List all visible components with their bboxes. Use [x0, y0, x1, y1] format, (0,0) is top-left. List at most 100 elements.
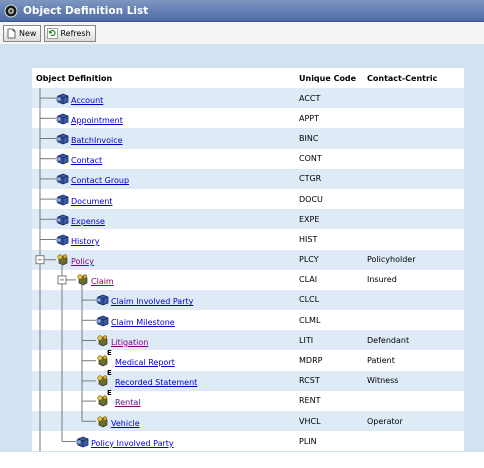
- object-link[interactable]: Document: [71, 197, 112, 206]
- cell-object-definition: Contact: [32, 149, 299, 169]
- cell-unique-code: PLCY: [299, 255, 319, 265]
- cell-contact-centric: Policyholder: [367, 255, 416, 265]
- toolbar: New Refresh: [0, 22, 484, 44]
- object-link[interactable]: Rental: [115, 398, 140, 407]
- new-button[interactable]: New: [3, 24, 42, 42]
- table-row: E Medical Report MDRP Patient: [32, 349, 464, 371]
- tree-node: Policy Involved Party: [76, 431, 174, 451]
- table-header: Object Definition Unique Code Contact-Ce…: [32, 68, 464, 88]
- table-row: Contact CONT: [32, 148, 464, 169]
- table-row: Contact Group CTGR: [32, 168, 464, 189]
- object-link[interactable]: History: [71, 237, 99, 246]
- cell-contact-centric: Operator: [367, 416, 403, 426]
- cell-object-definition: Document: [32, 189, 299, 209]
- tree-node: E Rental: [96, 389, 140, 411]
- cell-object-definition: Litigation: [32, 330, 299, 350]
- object-link[interactable]: Medical Report: [115, 358, 175, 367]
- object-link[interactable]: Expense: [71, 217, 105, 226]
- object-link[interactable]: Account: [71, 96, 103, 105]
- object-link[interactable]: Claim: [91, 277, 114, 286]
- new-button-label: New: [19, 28, 37, 38]
- cell-object-definition: Vehicle: [32, 411, 299, 431]
- contact-object-icon: [96, 415, 109, 428]
- cell-unique-code: VHCL: [299, 416, 321, 426]
- tree-node: Policy: [56, 250, 94, 270]
- object-link[interactable]: Vehicle: [111, 419, 140, 428]
- entity-badge: E: [107, 389, 112, 398]
- tree-node: E Recorded Statement: [96, 369, 197, 391]
- cell-object-definition: E Recorded Statement: [32, 369, 299, 391]
- object-icon: [96, 314, 109, 327]
- table-row: Policy Involved Party PLIN: [32, 431, 464, 452]
- object-icon: [56, 213, 69, 226]
- title-bar: Object Definition List: [0, 0, 484, 22]
- table-row: Policy PLCY Policyholder: [32, 249, 464, 270]
- object-icon: [56, 132, 69, 145]
- header-unique-code: Unique Code: [299, 73, 357, 83]
- cell-unique-code: LITI: [299, 335, 314, 345]
- entity-badge: E: [107, 369, 112, 378]
- table-row: BatchInvoice BINC: [32, 128, 464, 149]
- cell-unique-code: CONT: [299, 154, 322, 164]
- cell-unique-code: EXPE: [299, 214, 320, 224]
- tree-node: Claim: [76, 270, 114, 290]
- header-object-definition: Object Definition: [36, 73, 113, 83]
- table-row: Appointment APPT: [32, 108, 464, 129]
- object-icon: [56, 172, 69, 185]
- entity-badge: E: [107, 349, 112, 358]
- object-link[interactable]: Claim Involved Party: [111, 297, 193, 306]
- tree-node: Contact: [56, 149, 102, 169]
- table-row: Vehicle VHCL Operator: [32, 411, 464, 432]
- cell-unique-code: CLAI: [299, 275, 318, 285]
- cell-contact-centric: Insured: [367, 275, 397, 285]
- tree-node: Appointment: [56, 108, 123, 128]
- object-link[interactable]: Contact: [71, 156, 102, 165]
- cell-object-definition: Contact Group: [32, 169, 299, 189]
- object-link[interactable]: Policy: [71, 257, 94, 266]
- refresh-button-label: Refresh: [60, 28, 91, 38]
- cell-object-definition: Claim: [32, 270, 299, 290]
- contact-entity-object-icon: E: [96, 389, 112, 407]
- table-row: Account ACCT: [32, 88, 464, 109]
- cell-contact-centric: Witness: [367, 376, 399, 386]
- refresh-button[interactable]: Refresh: [44, 24, 96, 42]
- cell-object-definition: E Rental: [32, 389, 299, 411]
- cell-contact-centric: Patient: [367, 356, 395, 366]
- cell-unique-code: MDRP: [299, 356, 323, 366]
- object-link[interactable]: BatchInvoice: [71, 136, 123, 145]
- object-link[interactable]: Appointment: [71, 116, 123, 125]
- cell-unique-code: ACCT: [299, 93, 321, 103]
- cell-object-definition: Claim Milestone: [32, 310, 299, 330]
- tree-node: Contact Group: [56, 169, 129, 189]
- table-row: Claim Milestone CLML: [32, 310, 464, 331]
- tree-node: Claim Milestone: [96, 310, 175, 330]
- tree-node: Vehicle: [96, 411, 140, 431]
- tree-node: History: [56, 229, 99, 249]
- object-link[interactable]: Claim Milestone: [111, 318, 175, 327]
- cell-unique-code: HIST: [299, 234, 318, 244]
- contact-entity-object-icon: E: [96, 369, 112, 387]
- table-row: Expense EXPE: [32, 209, 464, 230]
- object-icon: [96, 293, 109, 306]
- cell-object-definition: Expense: [32, 209, 299, 229]
- object-icon: [56, 193, 69, 206]
- cell-unique-code: BINC: [299, 133, 319, 143]
- cell-object-definition: Policy Involved Party: [32, 431, 299, 451]
- table-row: History HIST: [32, 229, 464, 250]
- refresh-icon: [47, 27, 59, 39]
- object-icon: [56, 233, 69, 246]
- table-row: Document DOCU: [32, 188, 464, 210]
- object-link[interactable]: Litigation: [111, 338, 148, 347]
- cell-unique-code: DOCU: [299, 194, 323, 204]
- cell-contact-centric: Defendant: [367, 335, 410, 345]
- tree-node: Claim Involved Party: [96, 290, 193, 310]
- object-link[interactable]: Recorded Statement: [115, 378, 197, 387]
- cell-unique-code: CLCL: [299, 295, 320, 305]
- object-link[interactable]: Policy Involved Party: [91, 439, 174, 448]
- cell-object-definition: Appointment: [32, 108, 299, 128]
- table-row: E Rental RENT: [32, 389, 464, 411]
- object-definition-table: Object Definition Unique Code Contact-Ce…: [32, 68, 464, 452]
- object-link[interactable]: Contact Group: [71, 176, 129, 185]
- contact-entity-object-icon: E: [96, 349, 112, 367]
- cell-object-definition: Claim Involved Party: [32, 290, 299, 310]
